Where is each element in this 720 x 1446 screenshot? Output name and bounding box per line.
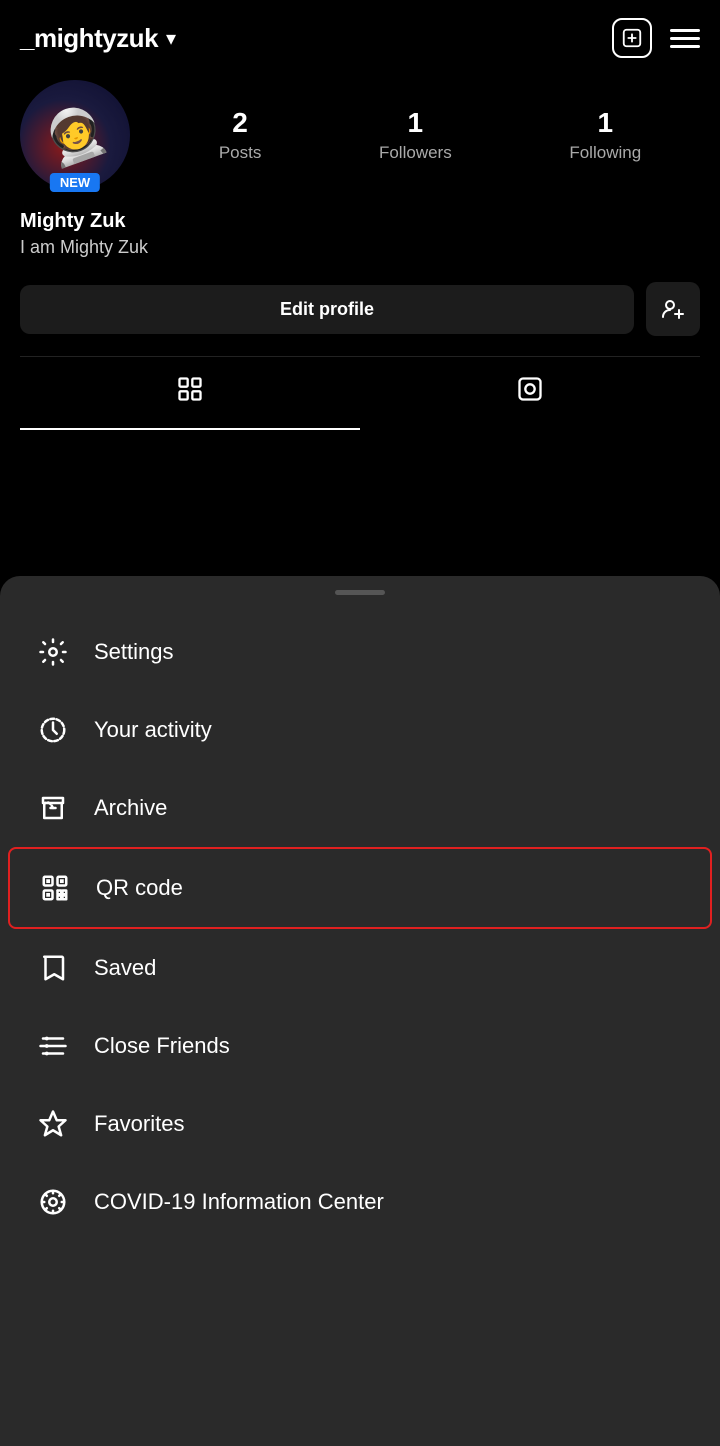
menu-item-label-qr-code: QR code [96,875,183,901]
tab-tagged[interactable] [360,357,700,430]
following-label: Following [569,143,641,163]
menu-item-close-friends[interactable]: Close Friends [8,1007,712,1085]
menu-item-label-your-activity: Your activity [94,717,212,743]
menu-item-label-settings: Settings [94,639,174,665]
followers-count: 1 [408,107,424,139]
activity-icon [36,713,70,747]
menu-button[interactable] [670,29,700,48]
grid-icon [176,375,204,410]
add-icon [612,18,652,58]
tab-grid[interactable] [20,357,360,430]
following-count: 1 [597,107,613,139]
menu-item-covid[interactable]: COVID-19 Information Center [8,1163,712,1241]
followers-label: Followers [379,143,452,163]
chevron-down-icon: ▾ [166,26,176,51]
avatar-image: 🧑‍🚀 [36,97,115,174]
tab-row [20,356,700,430]
star-icon [36,1107,70,1141]
profile-section: _mightyzuk ▾ [0,0,720,430]
bio-text: I am Mighty Zuk [20,237,700,258]
hamburger-icon [670,29,700,48]
menu-item-label-archive: Archive [94,795,167,821]
tagged-icon [516,375,544,410]
top-bar: _mightyzuk ▾ [20,0,700,70]
posts-label: Posts [219,143,262,163]
bio-section: Mighty Zuk I am Mighty Zuk [20,202,700,272]
action-buttons: Edit profile [20,272,700,356]
avatar-container: 🧑‍🚀 NEW [20,80,130,190]
menu-item-label-favorites: Favorites [94,1111,184,1137]
profile-info-row: 🧑‍🚀 NEW 2 Posts 1 Followers 1 Following [20,70,700,202]
top-icons [612,18,700,58]
menu-item-saved[interactable]: Saved [8,929,712,1007]
menu-item-label-close-friends: Close Friends [94,1033,230,1059]
menu-item-your-activity[interactable]: Your activity [8,691,712,769]
menu-item-label-saved: Saved [94,955,156,981]
username-area[interactable]: _mightyzuk ▾ [20,23,176,54]
menu-item-favorites[interactable]: Favorites [8,1085,712,1163]
followers-stat[interactable]: 1 Followers [379,107,452,163]
menu-item-archive[interactable]: Archive [8,769,712,847]
menu-item-qr-code[interactable]: QR code [8,847,712,929]
drawer: Settings Your activity Archive QR code S… [0,576,720,1446]
menu-item-settings[interactable]: Settings [8,613,712,691]
add-friend-button[interactable] [646,282,700,336]
settings-icon [36,635,70,669]
qr-icon [38,871,72,905]
posts-stat[interactable]: 2 Posts [219,107,262,163]
covid-icon [36,1185,70,1219]
posts-count: 2 [232,107,248,139]
username-text: _mightyzuk [20,23,158,54]
new-badge: NEW [50,173,100,192]
following-stat[interactable]: 1 Following [569,107,641,163]
new-post-button[interactable] [612,18,652,58]
edit-profile-button[interactable]: Edit profile [20,285,634,334]
display-name: Mighty Zuk [20,210,700,233]
bookmark-icon [36,951,70,985]
menu-list: Settings Your activity Archive QR code S… [0,605,720,1249]
archive-icon [36,791,70,825]
menu-item-label-covid: COVID-19 Information Center [94,1189,384,1215]
drawer-handle[interactable] [335,590,385,595]
stats-row: 2 Posts 1 Followers 1 Following [160,107,700,163]
close-friends-icon [36,1029,70,1063]
